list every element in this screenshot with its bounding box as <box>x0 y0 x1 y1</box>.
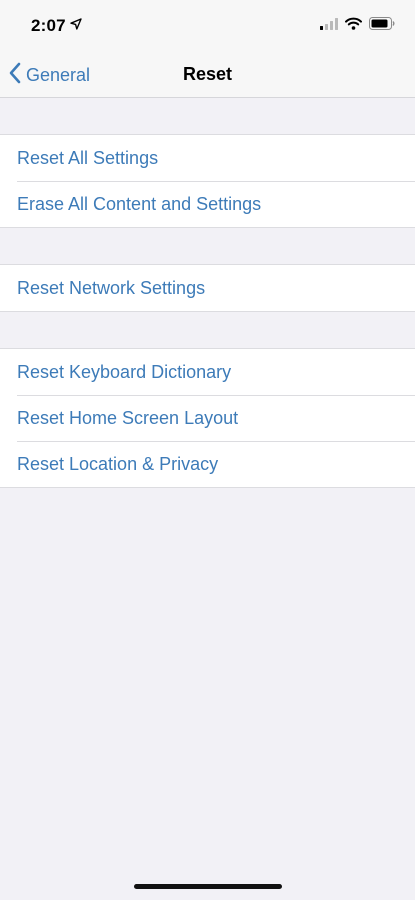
settings-list: Reset All Settings Erase All Content and… <box>0 98 415 488</box>
page-title: Reset <box>182 64 233 84</box>
reset-all-settings-button[interactable]: Reset All Settings <box>0 135 415 181</box>
location-arrow-icon <box>70 17 82 35</box>
home-indicator <box>134 884 282 889</box>
navigation-bar: General Reset <box>0 52 415 98</box>
reset-group-general: Reset All Settings Erase All Content and… <box>0 134 415 228</box>
erase-all-content-button[interactable]: Erase All Content and Settings <box>0 181 415 227</box>
status-time-group: 2:07 <box>31 16 82 36</box>
status-bar: 2:07 <box>0 0 415 52</box>
reset-group-personal: Reset Keyboard Dictionary Reset Home Scr… <box>0 348 415 488</box>
status-time: 2:07 <box>31 16 66 35</box>
battery-icon <box>369 17 395 35</box>
cellular-signal-icon <box>320 17 338 35</box>
reset-home-screen-layout-button[interactable]: Reset Home Screen Layout <box>0 395 415 441</box>
reset-location-privacy-button[interactable]: Reset Location & Privacy <box>0 441 415 487</box>
wifi-icon <box>345 17 362 35</box>
reset-keyboard-dictionary-button[interactable]: Reset Keyboard Dictionary <box>0 349 415 395</box>
status-indicators <box>320 17 395 35</box>
reset-network-settings-button[interactable]: Reset Network Settings <box>0 265 415 311</box>
reset-group-network: Reset Network Settings <box>0 264 415 312</box>
